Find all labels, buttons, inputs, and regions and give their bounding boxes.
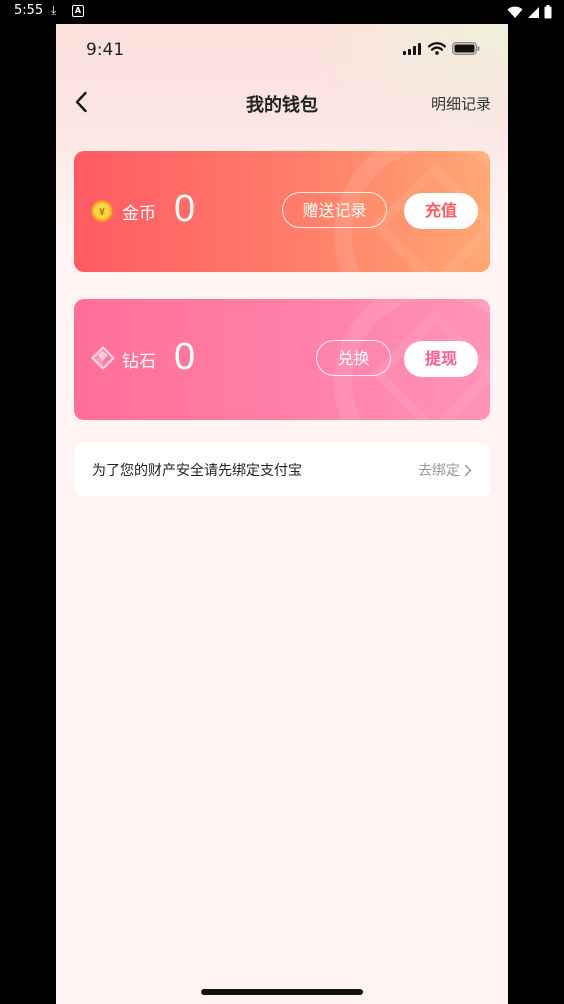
battery-icon [452, 42, 480, 55]
coin-card: ¥ 金币 0 赠送记录 充值 [74, 151, 490, 272]
bind-alipay-notice[interactable]: 为了您的财产安全请先绑定支付宝 去绑定 [74, 443, 490, 496]
wifi-icon [428, 42, 446, 55]
ios-status-icons [403, 42, 480, 55]
cellular-signal-icon [403, 42, 421, 55]
coin-balance: 0 [174, 188, 196, 230]
signal-icon [528, 6, 539, 18]
download-icon: ⤓ [51, 3, 57, 17]
diamond-balance: 0 [174, 336, 196, 378]
wifi-icon [507, 6, 523, 18]
diamond-label: 钻石 [122, 352, 156, 372]
bind-link-label: 去绑定 [418, 463, 460, 479]
exchange-button[interactable]: 兑换 [316, 340, 391, 376]
android-clock: 5:55 [14, 3, 44, 18]
coin-label: 金币 [122, 204, 156, 224]
a-notification-icon: A [72, 5, 84, 17]
android-status-icons [507, 4, 552, 20]
withdraw-button[interactable]: 提现 [404, 341, 478, 377]
battery-icon [544, 5, 552, 19]
bind-link[interactable]: 去绑定 [418, 460, 472, 480]
navigation-bar: 我的钱包 明细记录 [56, 84, 508, 120]
ios-clock: 9:41 [86, 40, 125, 60]
detail-records-link[interactable]: 明细记录 [431, 93, 491, 114]
svg-text:¥: ¥ [99, 207, 105, 218]
recharge-button[interactable]: 充值 [404, 193, 478, 229]
phone-screen: 9:41 我的钱包 明细记录 ¥ 金币 0 赠送记录 充值 钻石 0 兑换 提现… [56, 24, 508, 1004]
home-indicator[interactable] [201, 989, 363, 995]
chevron-right-icon [464, 464, 472, 476]
gift-records-button[interactable]: 赠送记录 [282, 192, 387, 228]
coin-icon: ¥ [91, 200, 113, 222]
notice-text: 为了您的财产安全请先绑定支付宝 [92, 463, 302, 479]
android-status-bar: 5:55 ⤓ A [0, 0, 564, 24]
diamond-icon [91, 346, 115, 370]
diamond-card: 钻石 0 兑换 提现 [74, 299, 490, 420]
